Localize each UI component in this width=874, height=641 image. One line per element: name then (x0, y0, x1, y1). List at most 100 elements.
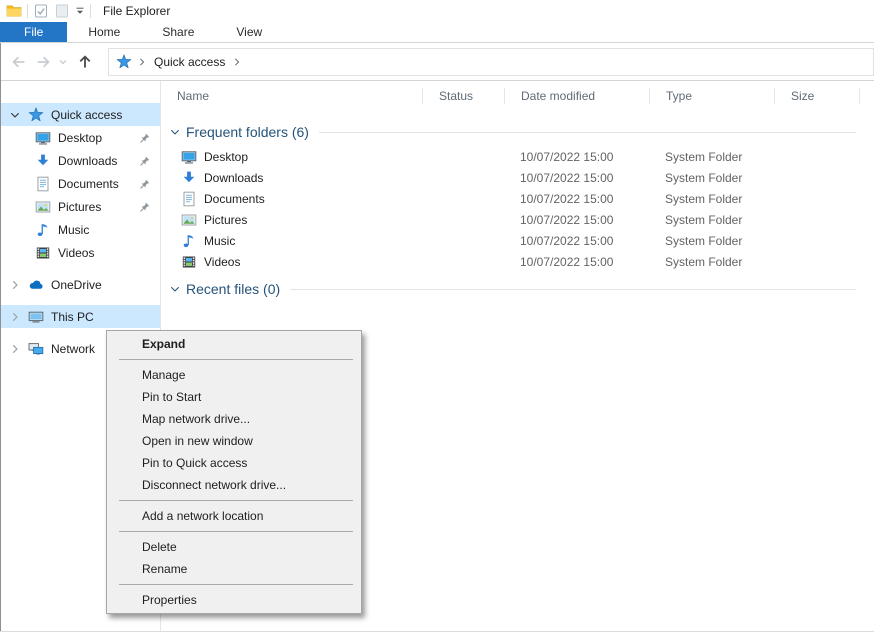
tab-share[interactable]: Share (141, 22, 215, 42)
up-icon[interactable] (76, 53, 94, 71)
context-menu-item-rename[interactable]: Rename (107, 558, 361, 580)
context-menu-item-map-network-drive[interactable]: Map network drive... (107, 408, 361, 430)
breadcrumb-item[interactable]: Quick access (152, 55, 227, 69)
file-row-pictures[interactable]: Pictures10/07/2022 15:00System Folder (161, 209, 874, 230)
properties-icon[interactable] (33, 3, 49, 19)
forward-icon[interactable] (34, 53, 52, 71)
type-cell: System Folder (650, 146, 775, 167)
this-pc-icon (28, 309, 44, 325)
new-folder-icon[interactable] (54, 3, 70, 19)
type-cell: System Folder (650, 230, 775, 251)
date-modified-cell: 10/07/2022 15:00 (505, 188, 650, 209)
pin-icon (139, 132, 151, 144)
group-header-recent-files-0[interactable]: Recent files (0) (161, 280, 874, 298)
status-cell (423, 209, 505, 230)
chevron-right-icon[interactable] (8, 310, 22, 324)
group-header-label: Frequent folders (6) (186, 124, 309, 140)
context-menu-separator (119, 359, 353, 360)
network-icon (28, 341, 44, 357)
chevron-down-icon (168, 125, 182, 139)
file-name: Videos (204, 255, 240, 269)
titlebar[interactable]: File Explorer (0, 0, 874, 22)
context-menu-item-properties[interactable]: Properties (107, 589, 361, 611)
name-cell: Downloads (161, 167, 423, 188)
recent-locations-caret-icon[interactable] (58, 57, 68, 67)
size-cell (775, 146, 860, 167)
sidebar-item-onedrive[interactable]: OneDrive (0, 273, 160, 296)
frequent-folders-rows: Desktop10/07/2022 15:00System FolderDown… (161, 146, 874, 272)
sidebar-item-label: Quick access (51, 108, 122, 122)
navigation-bar: Quick access (0, 43, 874, 81)
quick-access-star-icon (28, 107, 44, 123)
chevron-spacer (8, 154, 22, 168)
column-header-type[interactable]: Type (650, 81, 775, 111)
column-header-label: Name (177, 89, 209, 103)
tab-home[interactable]: Home (67, 22, 141, 42)
context-menu-item-pin-to-start[interactable]: Pin to Start (107, 386, 361, 408)
tab-file[interactable]: File (0, 22, 67, 42)
file-row-videos[interactable]: Videos10/07/2022 15:00System Folder (161, 251, 874, 272)
back-icon[interactable] (10, 53, 28, 71)
file-list: Frequent folders (6) Desktop 10/07/2022 15… (161, 123, 874, 298)
sidebar-item-label: Downloads (58, 154, 117, 168)
file-row-documents[interactable]: Documents10/07/2022 15:00System Folder (161, 188, 874, 209)
sidebar-item-pictures[interactable]: Pictures (0, 195, 160, 218)
videos-icon (181, 254, 197, 270)
context-menu-item-open-in-new-window[interactable]: Open in new window (107, 430, 361, 452)
column-header-label: Size (791, 89, 814, 103)
context-menu-separator (119, 500, 353, 501)
file-name: Downloads (204, 171, 263, 185)
chevron-right-icon[interactable] (8, 342, 22, 356)
column-header-date-modified[interactable]: Date modified (505, 81, 650, 111)
chevron-spacer (8, 200, 22, 214)
context-menu-item-pin-to-quick-access[interactable]: Pin to Quick access (107, 452, 361, 474)
address-bar[interactable]: Quick access (108, 48, 874, 76)
date-modified-cell: 10/07/2022 15:00 (505, 230, 650, 251)
group-header-frequent-folders-6[interactable]: Frequent folders (6) (161, 123, 874, 141)
context-menu-item-expand[interactable]: Expand (107, 333, 361, 355)
downloads-icon (35, 153, 51, 169)
name-cell: Desktop (161, 146, 423, 167)
chevron-right-icon[interactable] (8, 278, 22, 292)
sidebar-item-quick-access[interactable]: Quick access (0, 103, 160, 126)
type-cell: System Folder (650, 167, 775, 188)
sidebar-item-label: Videos (58, 246, 94, 260)
customize-toolbar-caret-icon[interactable] (75, 6, 85, 16)
column-header-status[interactable]: Status (423, 81, 505, 111)
sidebar-item-videos[interactable]: Videos (0, 241, 160, 264)
sidebar-item-documents[interactable]: Documents (0, 172, 160, 195)
window-bottom-border (0, 631, 874, 632)
file-row-downloads[interactable]: Downloads 10/07/2022 15:00System Folder (161, 167, 874, 188)
downloads-icon (181, 170, 197, 186)
music-icon (35, 222, 51, 238)
size-cell (775, 209, 860, 230)
context-menu-item-add-a-network-location[interactable]: Add a network location (107, 505, 361, 527)
tab-view[interactable]: View (215, 22, 283, 42)
context-menu-item-delete[interactable]: Delete (107, 536, 361, 558)
file-row-music[interactable]: Music10/07/2022 15:00System Folder (161, 230, 874, 251)
breadcrumb-chevron-icon[interactable] (230, 55, 244, 69)
sidebar-item-label: This PC (51, 310, 94, 324)
breadcrumb-chevron-icon[interactable] (135, 55, 149, 69)
pin-icon (139, 201, 151, 213)
sidebar-item-music[interactable]: Music (0, 218, 160, 241)
column-headers: Name Status Date modified Type Size (161, 81, 874, 111)
column-header-name[interactable]: Name (161, 81, 423, 111)
date-modified-cell: 10/07/2022 15:00 (505, 146, 650, 167)
chevron-down-icon[interactable] (8, 108, 22, 122)
sidebar-item-label: Desktop (58, 131, 102, 145)
pictures-icon (181, 212, 197, 228)
name-cell: Videos (161, 251, 423, 272)
sidebar-item-this-pc[interactable]: This PC (0, 305, 160, 328)
context-menu-item-disconnect-network-drive[interactable]: Disconnect network drive... (107, 474, 361, 496)
sidebar-item-label: Network (51, 342, 95, 356)
context-menu-item-manage[interactable]: Manage (107, 364, 361, 386)
sidebar-item-downloads[interactable]: Downloads (0, 149, 160, 172)
column-header-label: Type (666, 89, 692, 103)
date-modified-cell: 10/07/2022 15:00 (505, 167, 650, 188)
file-row-desktop[interactable]: Desktop 10/07/2022 15:00System Folder (161, 146, 874, 167)
column-header-label: Date modified (521, 89, 595, 103)
sidebar-item-desktop[interactable]: Desktop (0, 126, 160, 149)
column-header-size[interactable]: Size (775, 81, 860, 111)
group-header-rule (319, 132, 856, 133)
